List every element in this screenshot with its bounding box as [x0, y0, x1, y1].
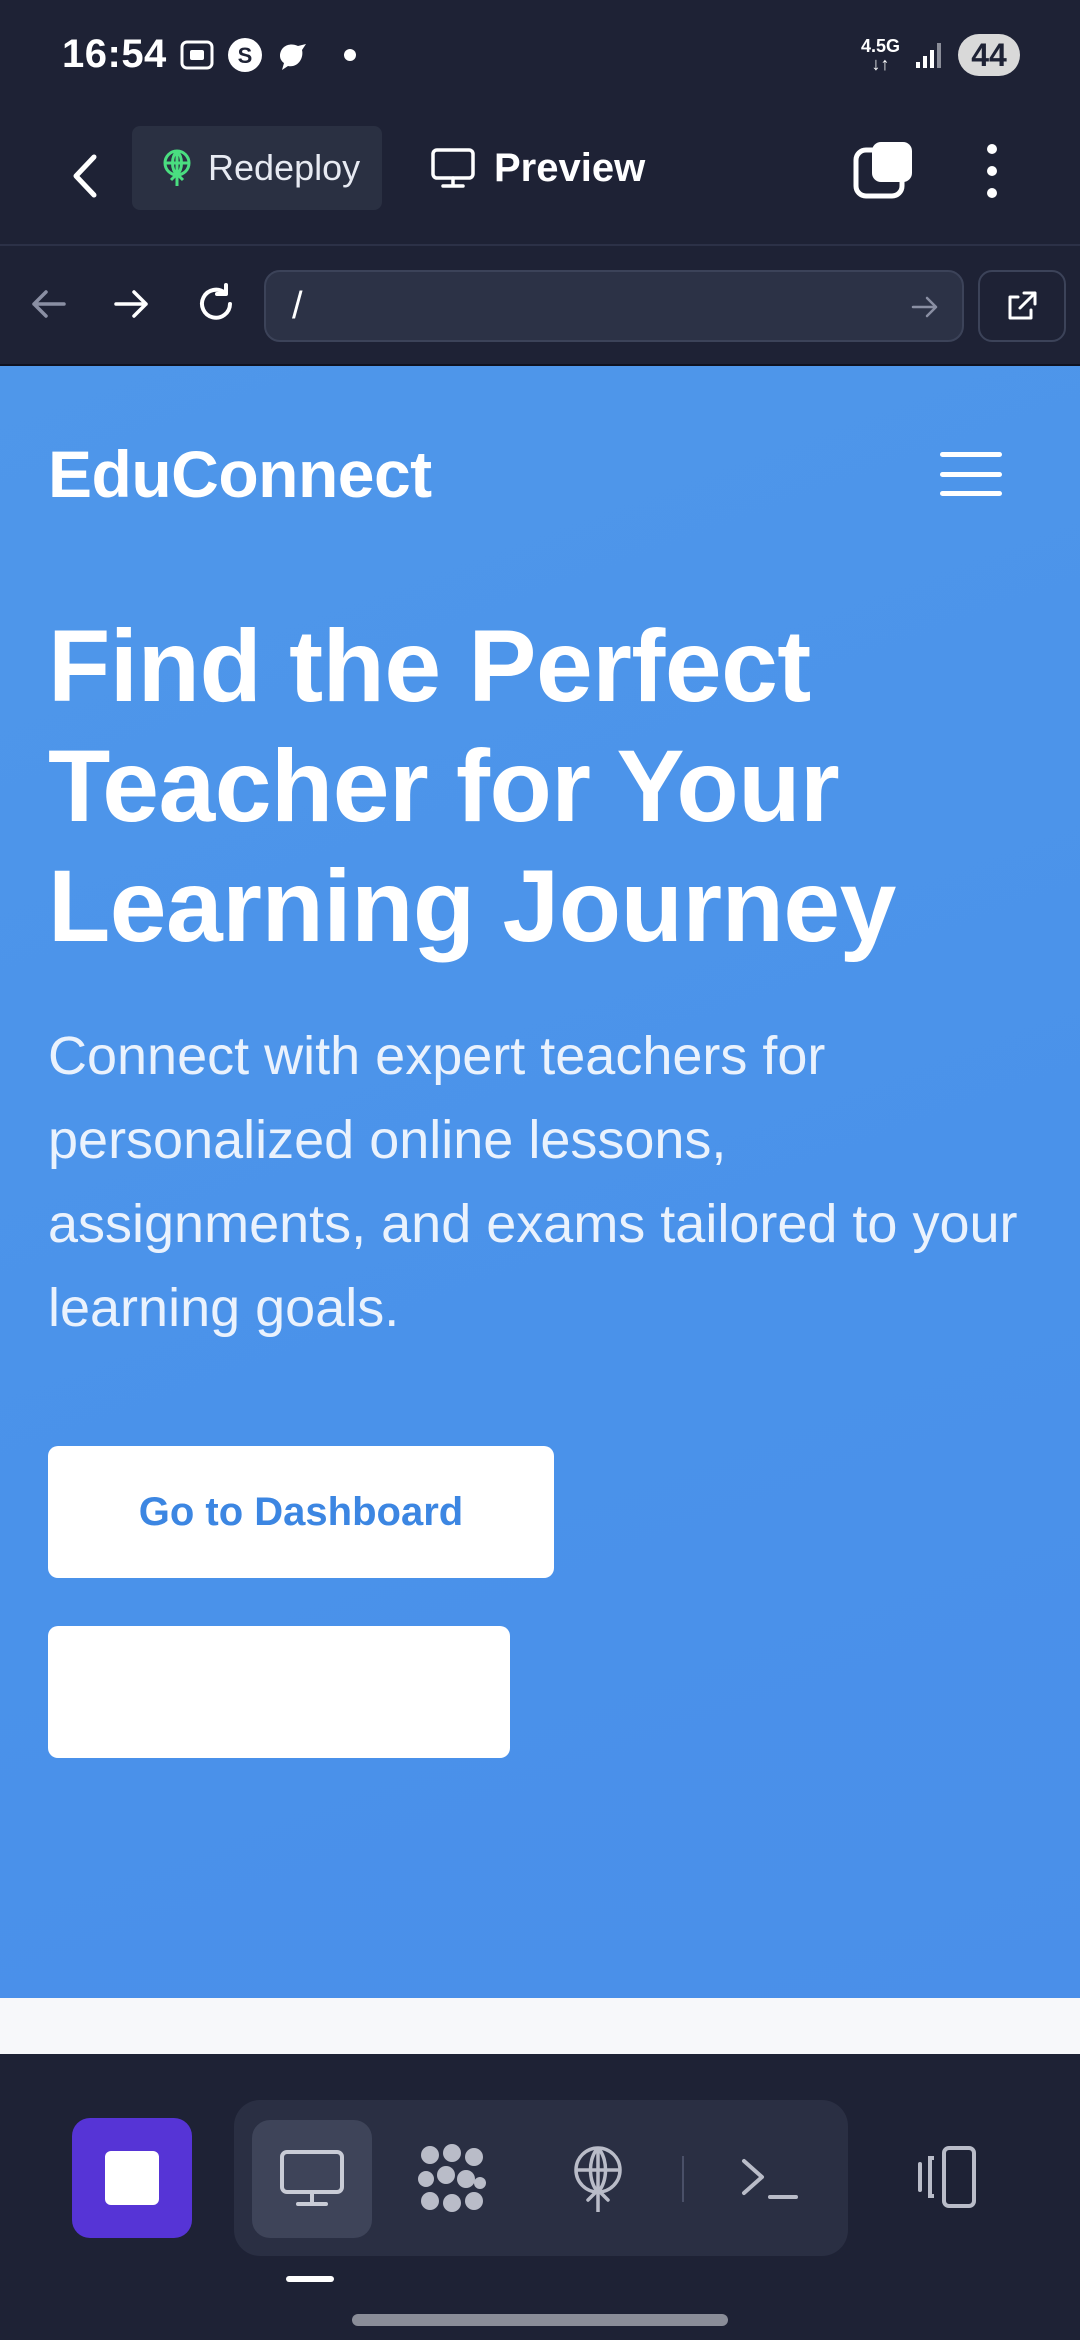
webview-icon[interactable] [252, 2120, 372, 2238]
apps-grid-icon[interactable] [392, 2120, 512, 2238]
browser-forward-icon[interactable] [108, 280, 156, 328]
next-section-strip [0, 1998, 1080, 2054]
browser-back-icon[interactable] [24, 280, 72, 328]
hero-title: Find the Perfect Teacher for Your Learni… [48, 609, 896, 963]
dock-tool-group [234, 2100, 848, 2256]
screenshot-icon [180, 40, 214, 70]
webview-content: EduConnect Find the Perfect Teacher for … [0, 366, 1080, 2054]
terminal-prompt-icon [742, 2159, 798, 2199]
more-options-icon[interactable] [972, 138, 1012, 204]
network-type-label: 4.5G [860, 36, 900, 56]
status-time: 16:54 [62, 32, 167, 76]
dots-cluster-icon [418, 2144, 486, 2212]
url-text: / [292, 284, 303, 327]
deploy-globe-icon [574, 2146, 622, 2212]
status-notification-icons: S [178, 36, 356, 74]
back-button[interactable] [60, 146, 110, 206]
home-gesture-bar[interactable] [352, 2314, 728, 2326]
site-brand[interactable]: EduConnect [48, 436, 432, 512]
more-dot [987, 166, 997, 176]
deploy-icon[interactable] [538, 2120, 658, 2238]
redeploy-icon [163, 149, 191, 186]
tabs-switcher-icon[interactable] [852, 140, 914, 202]
monitor-icon [280, 2150, 344, 2206]
preview-label: Preview [494, 145, 646, 190]
hero-subtitle: Connect with expert teachers for persona… [48, 1026, 1018, 1338]
stop-icon [105, 2151, 159, 2205]
bottom-dock [0, 2054, 1080, 2340]
status-bar: 16:54 S 4.5G ↓↑ 44 [0, 0, 1080, 112]
monitor-icon [431, 148, 475, 188]
notification-dot [344, 49, 356, 61]
network-arrows: ↓↑ [871, 54, 890, 74]
stop-button[interactable] [72, 2118, 192, 2238]
url-input[interactable]: / [264, 270, 964, 342]
device-preview-icon[interactable] [904, 2146, 992, 2216]
go-arrow-icon[interactable] [908, 290, 942, 324]
more-dot [987, 144, 997, 154]
redeploy-label: Redeploy [208, 147, 361, 188]
app-toolbar: Redeploy Preview [0, 112, 1080, 246]
menu-line [940, 491, 1002, 496]
open-external-button[interactable] [978, 270, 1066, 342]
active-tab-indicator [286, 2276, 334, 2282]
menu-line [940, 452, 1002, 457]
s-app-icon: S [228, 38, 262, 72]
status-system-icons: 4.5G ↓↑ 44 [861, 34, 1020, 76]
preview-tab[interactable]: Preview [430, 130, 645, 206]
dock-separator [682, 2156, 684, 2202]
terminal-icon[interactable] [710, 2120, 830, 2238]
signal-bars-icon [916, 43, 941, 68]
chevron-left-icon [73, 154, 97, 198]
more-dot [987, 188, 997, 198]
go-to-dashboard-button[interactable]: Go to Dashboard [48, 1446, 554, 1578]
browser-bar: / [0, 246, 1080, 366]
hamburger-menu-icon[interactable] [940, 452, 1002, 496]
svg-text:S: S [238, 43, 253, 68]
network-icon: 4.5G ↓↑ [861, 37, 900, 73]
secondary-cta-button[interactable] [48, 1626, 510, 1758]
battery-indicator: 44 [958, 34, 1020, 76]
redeploy-button[interactable]: Redeploy [132, 126, 382, 210]
reload-icon[interactable] [192, 280, 240, 328]
external-link-icon [1008, 291, 1037, 320]
menu-line [940, 471, 1002, 477]
bird-app-icon [280, 44, 306, 70]
